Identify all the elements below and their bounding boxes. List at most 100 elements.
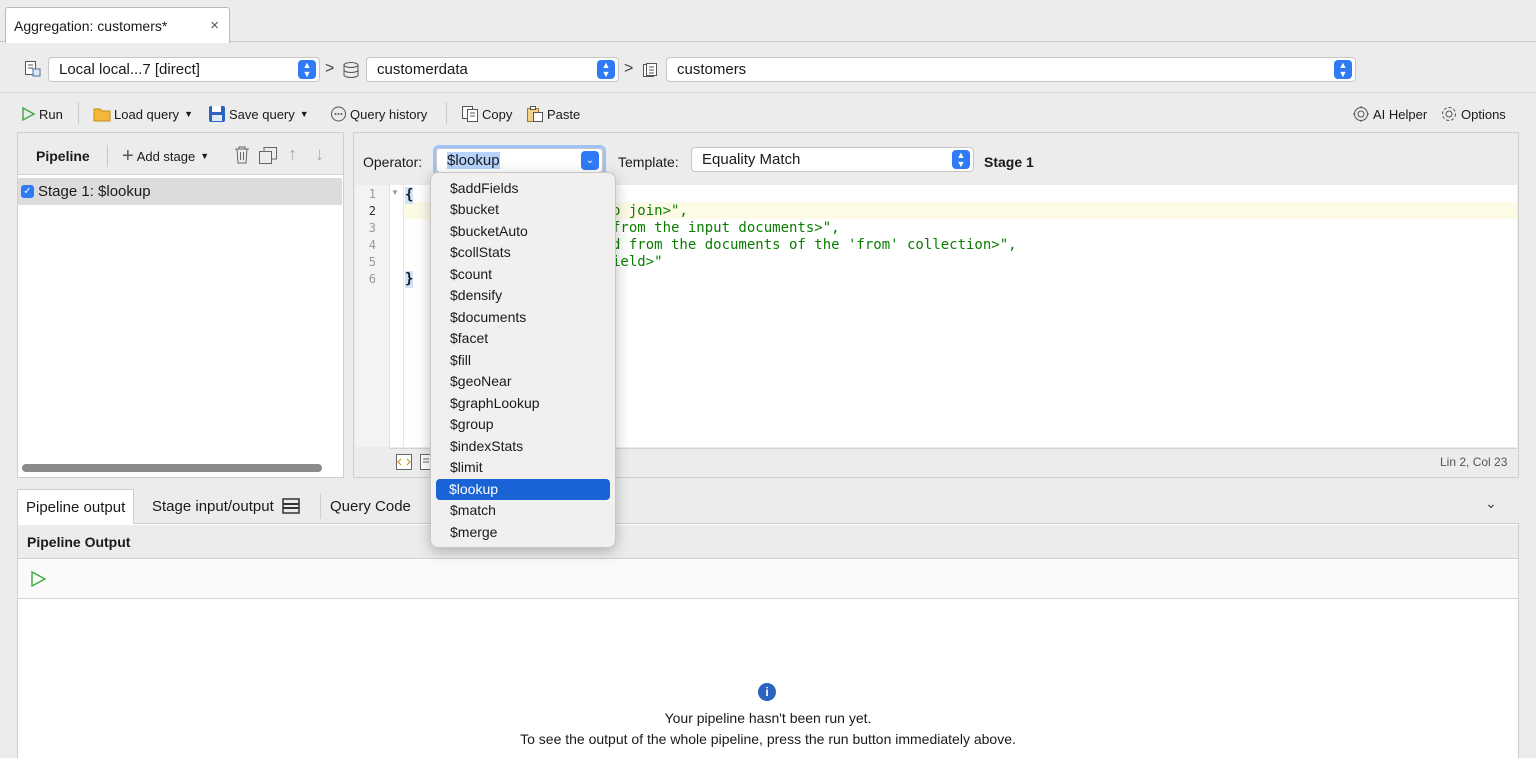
load-query-button[interactable]: Load query ▼ bbox=[93, 104, 193, 124]
operator-option[interactable]: $group bbox=[450, 414, 494, 435]
move-down-icon[interactable]: ↓ bbox=[315, 144, 324, 165]
move-up-icon[interactable]: ↑ bbox=[288, 144, 297, 165]
operator-option-label: $lookup bbox=[449, 481, 499, 497]
stage-title: Stage 1 bbox=[984, 154, 1034, 170]
caret-down-icon: ▼ bbox=[200, 151, 210, 161]
operator-option[interactable]: $geoNear bbox=[450, 371, 512, 392]
add-stage-button[interactable]: + Add stage ▼ bbox=[122, 146, 209, 166]
info-icon: i bbox=[758, 683, 776, 701]
operator-value: $lookup bbox=[447, 152, 500, 169]
aggregation-window: Aggregation: customers* × Local local...… bbox=[0, 0, 1536, 758]
line-number: 1 bbox=[368, 187, 376, 201]
connection-value: Local local...7 [direct] bbox=[59, 61, 200, 78]
operator-option[interactable]: $bucketAuto bbox=[450, 221, 528, 242]
run-button[interactable]: Run bbox=[20, 104, 63, 124]
copy-button[interactable]: Copy bbox=[461, 104, 512, 124]
operator-option[interactable]: $addFields bbox=[450, 178, 519, 199]
run-pipeline-play-icon[interactable] bbox=[29, 570, 47, 591]
template-select[interactable]: Equality Match ▲ ▼ bbox=[691, 147, 974, 172]
operator-option[interactable]: $limit bbox=[450, 457, 483, 478]
server-icon bbox=[24, 60, 41, 80]
tab-label: Pipeline output bbox=[26, 499, 126, 516]
operator-option[interactable]: $collStats bbox=[450, 242, 511, 263]
collection-select[interactable]: customers ▲ ▼ bbox=[666, 57, 1356, 82]
fold-arrow-icon[interactable]: ▼ bbox=[391, 188, 399, 197]
toolbar-divider bbox=[446, 102, 447, 124]
code-line-1: { bbox=[405, 187, 414, 204]
code-line-5: ield>" bbox=[612, 254, 663, 270]
history-icon bbox=[329, 105, 347, 123]
line-number: 2 bbox=[368, 204, 376, 218]
output-message-line1: Your pipeline hasn't been run yet. bbox=[664, 710, 872, 726]
format-code-icon[interactable] bbox=[395, 453, 413, 474]
save-query-button[interactable]: Save query ▼ bbox=[208, 104, 309, 124]
fold-gutter bbox=[390, 185, 404, 447]
query-history-button[interactable]: Query history bbox=[329, 104, 427, 124]
operator-option[interactable]: $densify bbox=[450, 285, 502, 306]
operator-option[interactable]: $graphLookup bbox=[450, 393, 540, 414]
trash-icon[interactable] bbox=[234, 146, 250, 167]
horizontal-scrollbar[interactable] bbox=[22, 464, 322, 472]
paste-button[interactable]: Paste bbox=[526, 104, 580, 124]
cursor-position: Lin 2, Col 23 bbox=[1440, 455, 1508, 469]
save-query-label: Save query bbox=[229, 106, 295, 122]
operator-option[interactable]: $facet bbox=[450, 328, 488, 349]
tab-label: Stage input/output bbox=[152, 497, 274, 515]
ai-helper-label: AI Helper bbox=[1373, 106, 1428, 122]
stage-label: Stage 1: $lookup bbox=[38, 183, 151, 200]
tab-aggregation-customers[interactable]: Aggregation: customers* × bbox=[5, 7, 230, 43]
code-line-4: d from the documents of the 'from' colle… bbox=[612, 237, 1017, 253]
output-toolbar bbox=[18, 560, 1518, 599]
database-value: customerdata bbox=[377, 61, 468, 78]
line-number: 6 bbox=[368, 272, 376, 286]
pipeline-divider bbox=[107, 145, 108, 167]
clipboard-icon bbox=[526, 105, 544, 123]
tab-divider bbox=[320, 493, 321, 519]
code-line-6: } bbox=[405, 271, 414, 288]
stage-enabled-checkbox[interactable]: ✓ bbox=[21, 185, 34, 198]
operator-option[interactable]: $merge bbox=[450, 522, 497, 543]
line-number: 5 bbox=[368, 255, 376, 269]
floppy-disk-icon bbox=[208, 105, 226, 123]
path-separator: > bbox=[624, 60, 634, 77]
operator-select[interactable]: $lookup ⌄ bbox=[436, 148, 603, 173]
line-number: 3 bbox=[368, 221, 376, 235]
options-button[interactable]: Options bbox=[1440, 104, 1506, 124]
collection-icon bbox=[642, 62, 658, 81]
chevron-updown-icon: ▲ ▼ bbox=[1334, 60, 1352, 79]
database-select[interactable]: customerdata ▲ ▼ bbox=[366, 57, 619, 82]
operator-option[interactable]: $fill bbox=[450, 350, 471, 371]
operator-option[interactable]: $count bbox=[450, 264, 492, 285]
stage-list-item[interactable]: ✓ Stage 1: $lookup bbox=[18, 178, 342, 205]
operator-option[interactable]: $bucket bbox=[450, 199, 499, 220]
duplicate-icon[interactable] bbox=[258, 146, 278, 167]
tab-pipeline-output[interactable]: Pipeline output bbox=[17, 489, 135, 525]
query-history-label: Query history bbox=[350, 106, 428, 122]
operator-label: Operator: bbox=[363, 154, 423, 170]
options-label: Options bbox=[1461, 106, 1506, 122]
split-view-icon bbox=[282, 498, 300, 514]
operator-option[interactable]: $indexStats bbox=[450, 436, 523, 457]
code-line-2: o join>", bbox=[612, 203, 688, 219]
plus-icon: + bbox=[122, 145, 134, 167]
operator-option[interactable]: $documents bbox=[450, 307, 526, 328]
tab-stage-input-output[interactable]: Stage input/output bbox=[144, 489, 308, 523]
play-icon bbox=[20, 106, 36, 122]
add-stage-label: Add stage bbox=[136, 148, 196, 164]
path-separator: > bbox=[325, 60, 335, 77]
close-tab-icon[interactable]: × bbox=[210, 17, 219, 34]
tab-label: Query Code bbox=[330, 497, 411, 515]
chevron-down-icon[interactable]: ⌄ bbox=[1485, 495, 1497, 512]
connection-select[interactable]: Local local...7 [direct] ▲ ▼ bbox=[48, 57, 320, 82]
tab-query-code[interactable]: Query Code bbox=[322, 489, 419, 523]
folder-icon bbox=[93, 106, 111, 122]
gear-icon bbox=[1440, 105, 1458, 123]
load-query-label: Load query bbox=[114, 106, 180, 122]
collection-value: customers bbox=[677, 61, 747, 78]
run-label: Run bbox=[39, 106, 63, 122]
ai-helper-button[interactable]: AI Helper bbox=[1352, 104, 1427, 124]
tab-title: Aggregation: customers* bbox=[14, 17, 168, 34]
caret-down-icon: ▼ bbox=[299, 109, 309, 119]
operator-option[interactable]: $match bbox=[450, 500, 496, 521]
operator-option-selected[interactable]: $lookup bbox=[436, 479, 610, 500]
